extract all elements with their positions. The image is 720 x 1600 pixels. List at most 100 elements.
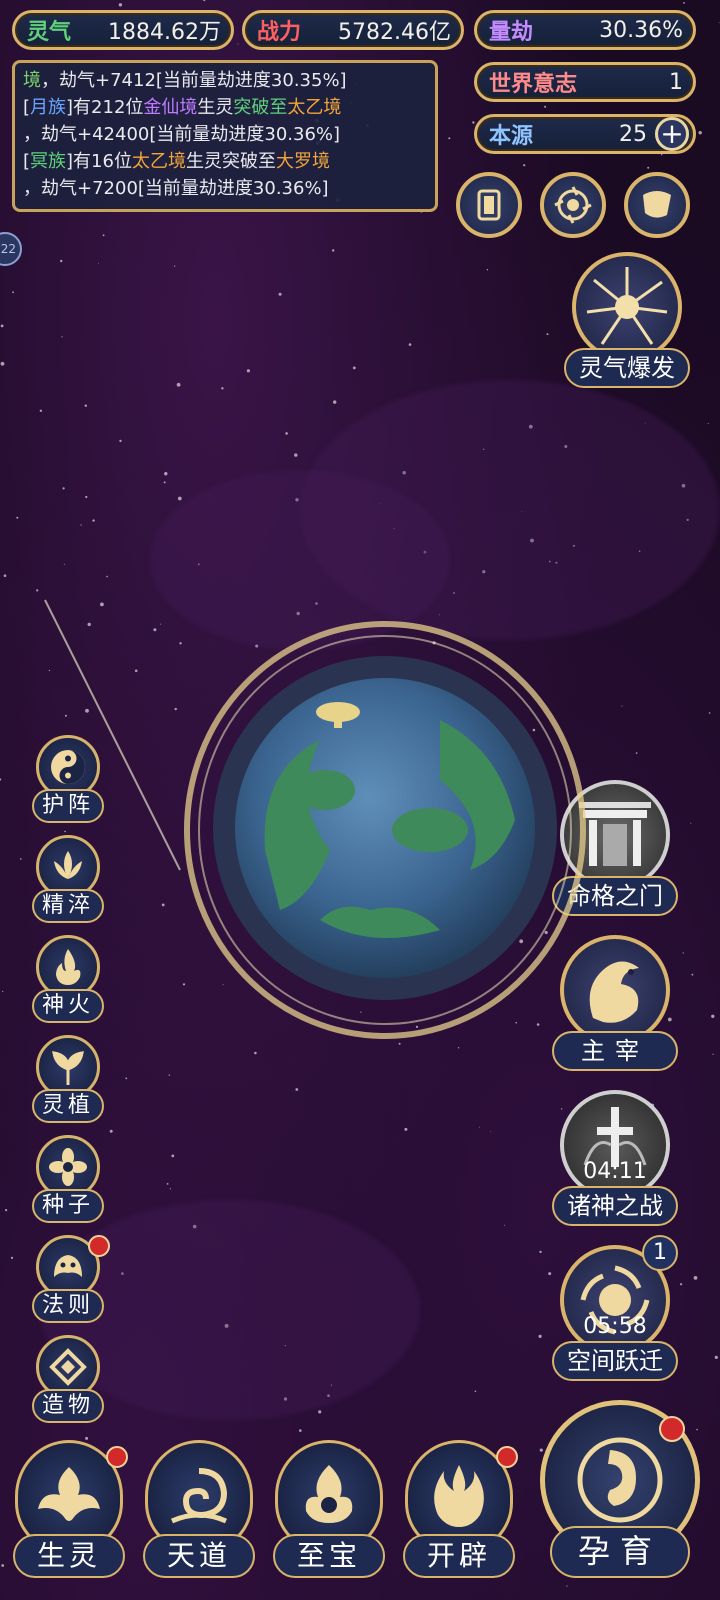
star bbox=[246, 369, 250, 373]
star bbox=[161, 903, 165, 907]
star bbox=[0, 778, 2, 781]
zhanli-label: 战力 bbox=[257, 20, 302, 45]
card-icon bbox=[477, 189, 501, 221]
star bbox=[85, 495, 88, 499]
bottom-btn-kaipi[interactable]: 开辟 bbox=[400, 1440, 518, 1600]
zhanli-resource[interactable]: 战力 5782.46亿 bbox=[242, 10, 464, 50]
star bbox=[125, 1077, 128, 1080]
side-btn-jingcui[interactable]: 精淬 bbox=[28, 835, 108, 931]
zhongzi-label: 种子 bbox=[32, 1189, 104, 1223]
yunyu-label: 孕育 bbox=[550, 1526, 690, 1578]
star bbox=[12, 291, 15, 294]
benyuan-resource[interactable]: 本源 25 + bbox=[474, 114, 696, 154]
world-planet[interactable] bbox=[170, 600, 610, 1060]
star bbox=[299, 1429, 302, 1432]
benyuan-label: 本源 bbox=[489, 124, 534, 149]
card-button[interactable] bbox=[456, 172, 522, 238]
star bbox=[490, 1131, 492, 1132]
event-log-panel[interactable]: 境，劫气+7412[当前量劫进度30.35%] [月族]有212位金仙境生灵突破… bbox=[12, 60, 438, 212]
star bbox=[166, 1183, 169, 1185]
benyuan-value: 25 bbox=[619, 121, 647, 147]
star bbox=[134, 669, 138, 673]
gods-war-button[interactable]: 04:11 诸神之战 bbox=[550, 1090, 680, 1226]
star bbox=[472, 121, 475, 124]
star bbox=[109, 1129, 113, 1133]
log-line-3: ，劫气+42400[当前量劫进度30.36%] bbox=[23, 124, 341, 145]
vortex-icon bbox=[554, 186, 592, 224]
lingqi-resource[interactable]: 灵气 1884.62万 bbox=[12, 10, 234, 50]
star bbox=[683, 2, 685, 4]
tiandao-label: 天道 bbox=[143, 1534, 255, 1578]
faze-notification-dot bbox=[88, 1235, 110, 1257]
star bbox=[544, 105, 547, 108]
shenhuo-label: 神火 bbox=[32, 989, 104, 1023]
star bbox=[718, 22, 720, 24]
star bbox=[647, 166, 650, 169]
side-btn-zaowu[interactable]: 造物 bbox=[28, 1335, 108, 1431]
add-benyuan-button[interactable]: + bbox=[655, 117, 689, 151]
star bbox=[100, 602, 104, 607]
bottom-btn-yunyu[interactable]: 孕育 bbox=[535, 1400, 705, 1590]
vortex-button[interactable] bbox=[540, 172, 606, 238]
star bbox=[486, 269, 489, 271]
star bbox=[92, 519, 95, 522]
star bbox=[690, 822, 692, 824]
star bbox=[221, 387, 224, 390]
star bbox=[63, 563, 65, 565]
star bbox=[333, 400, 337, 404]
space-jump-count-badge: 1 bbox=[642, 1235, 678, 1271]
star bbox=[160, 623, 162, 625]
star bbox=[621, 705, 623, 707]
kaipi-notification-dot bbox=[496, 1446, 518, 1468]
bottom-btn-shengling[interactable]: 生灵 bbox=[10, 1440, 128, 1600]
bottom-btn-tiandao[interactable]: 天道 bbox=[140, 1440, 258, 1600]
star bbox=[3, 574, 7, 577]
scroll-button[interactable] bbox=[624, 172, 690, 238]
log-line-4: [冥族]有16位太乙境生灵突破至大罗境 bbox=[23, 151, 330, 172]
side-btn-lingzhi[interactable]: 灵植 bbox=[28, 1035, 108, 1131]
star bbox=[237, 43, 239, 45]
log-line-5: ，劫气+7200[当前量劫进度30.36%] bbox=[23, 178, 329, 199]
star bbox=[153, 628, 157, 632]
star bbox=[711, 1014, 715, 1018]
star bbox=[682, 952, 684, 954]
space-jump-label: 空间跃迁 bbox=[552, 1341, 678, 1381]
lingzhi-label: 灵植 bbox=[32, 1089, 104, 1123]
star bbox=[87, 622, 91, 627]
lingqi-burst-button[interactable]: 灵气爆发 bbox=[562, 252, 692, 388]
star bbox=[48, 669, 51, 672]
space-jump-button[interactable]: 05:58 空间跃迁 1 bbox=[550, 1235, 680, 1381]
huzhen-label: 护阵 bbox=[32, 789, 104, 823]
star bbox=[332, 249, 335, 252]
star bbox=[523, 164, 526, 167]
star bbox=[61, 336, 63, 338]
star bbox=[712, 1053, 714, 1055]
star bbox=[539, 1250, 542, 1254]
bottom-btn-zhibao[interactable]: 至宝 bbox=[270, 1440, 388, 1600]
side-btn-shenhuo[interactable]: 神火 bbox=[28, 935, 108, 1031]
star bbox=[176, 382, 181, 387]
side-btn-faze[interactable]: 法则 bbox=[28, 1235, 110, 1331]
star bbox=[106, 575, 108, 578]
star bbox=[474, 1390, 477, 1393]
star bbox=[102, 234, 105, 237]
star bbox=[278, 292, 282, 296]
star bbox=[693, 1276, 698, 1280]
side-btn-zhongzi[interactable]: 种子 bbox=[28, 1135, 108, 1231]
gods-war-timer: 04:11 bbox=[583, 1159, 647, 1184]
world-will-resource[interactable]: 世界意志 1 bbox=[474, 62, 696, 102]
world-will-label: 世界意志 bbox=[489, 72, 578, 97]
liangjie-resource[interactable]: 量劫 30.36% bbox=[474, 10, 696, 50]
star bbox=[698, 131, 702, 135]
log-line-2: [月族]有212位金仙境生灵突破至太乙境 bbox=[23, 97, 342, 118]
liangjie-value: 30.36% bbox=[599, 17, 683, 43]
side-btn-huzhen[interactable]: 护阵 bbox=[28, 735, 108, 831]
star bbox=[169, 1188, 171, 1190]
star bbox=[62, 487, 65, 490]
scroll-icon bbox=[643, 191, 671, 218]
edge-notification-badge[interactable]: 22 bbox=[0, 232, 22, 266]
star bbox=[98, 262, 99, 264]
faze-label: 法则 bbox=[32, 1289, 104, 1323]
gods-war-label: 诸神之战 bbox=[552, 1186, 678, 1226]
star bbox=[119, 439, 122, 443]
